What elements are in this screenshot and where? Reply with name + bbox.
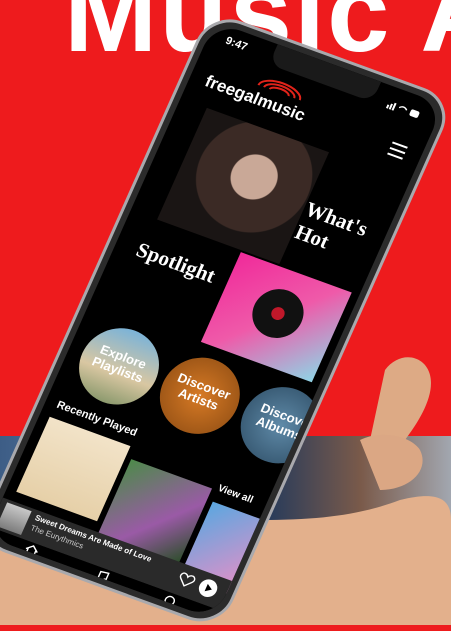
category-explore-playlists[interactable]: Explore Playlists	[66, 317, 172, 416]
category-discover-artists[interactable]: Discover Artists	[147, 346, 253, 445]
status-time: 9:47	[223, 34, 250, 54]
spotlight-label[interactable]: Spotlight	[132, 238, 220, 289]
status-icons	[385, 96, 423, 118]
heart-icon[interactable]	[174, 571, 197, 594]
whats-hot-label[interactable]: What's Hot	[291, 197, 390, 272]
search-icon	[164, 595, 176, 610]
category-label: Discover Artists	[175, 369, 233, 413]
menu-icon[interactable]	[387, 141, 408, 160]
view-all-link[interactable]: View all	[216, 483, 255, 506]
play-icon[interactable]	[195, 576, 221, 600]
music-note-icon	[94, 570, 110, 583]
home-icon	[24, 545, 38, 559]
category-label: Explore Playlists	[89, 341, 149, 386]
player-artwork	[0, 502, 32, 536]
